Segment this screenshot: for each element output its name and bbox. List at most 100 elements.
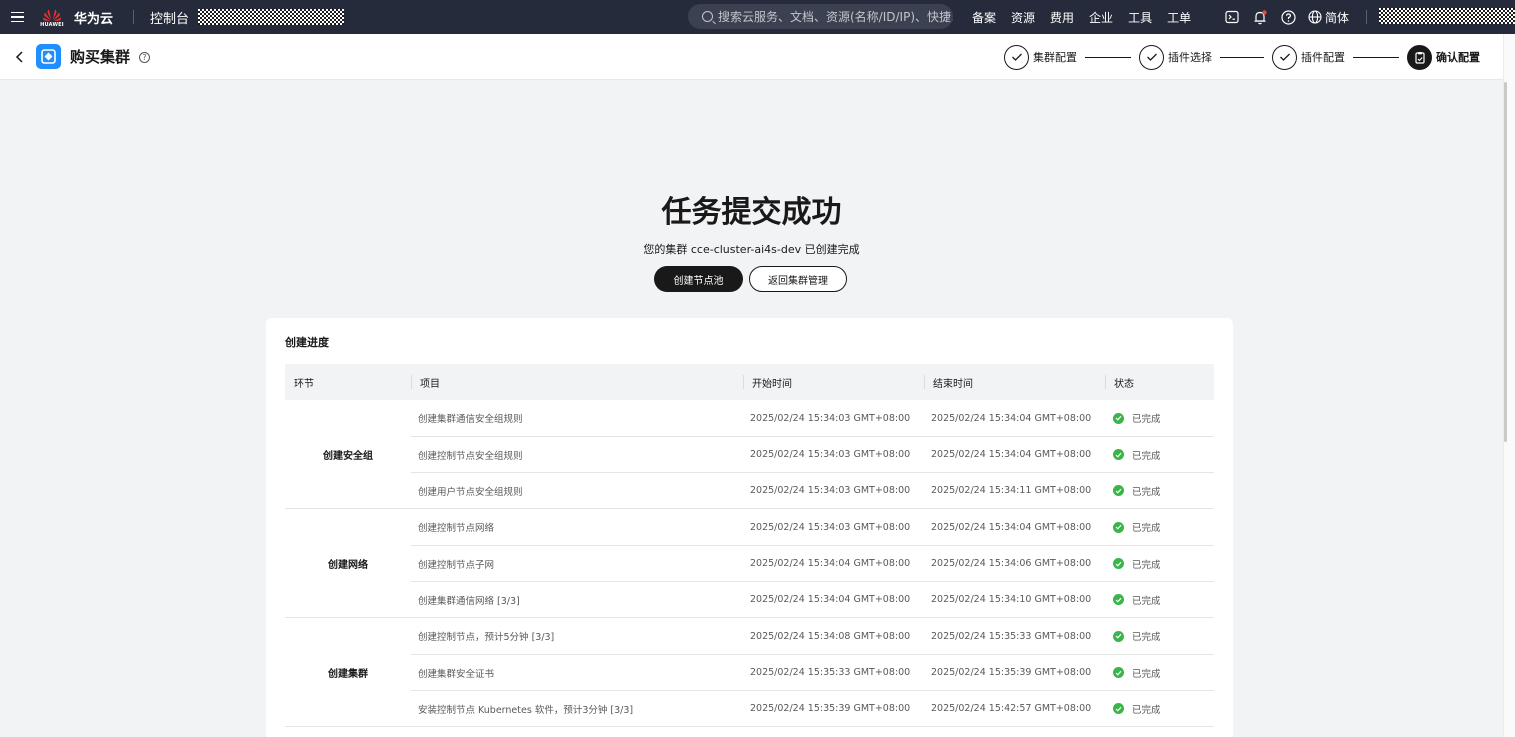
item-cell: 创建控制节点子网 <box>418 559 495 571</box>
step-connector <box>1220 56 1264 58</box>
stage-cell: 创建安全组 <box>323 450 373 462</box>
status-text: 已完成 <box>1132 414 1161 425</box>
help-icon[interactable]: ? <box>139 52 150 63</box>
step-addon-select[interactable]: 插件选择 <box>1139 44 1212 70</box>
column-header-stage: 环节 <box>294 378 314 390</box>
language-label: 简体 <box>1325 10 1350 25</box>
status-cell: 已完成 <box>1105 557 1214 571</box>
success-check-icon <box>1113 412 1124 424</box>
table-row: 创建控制节点网络 2025/02/24 15:34:03 GMT+08:00 2… <box>411 509 1214 545</box>
help-icon[interactable] <box>1280 9 1296 25</box>
table-row: 创建集群通信安全组规则 2025/02/24 15:34:03 GMT+08:0… <box>411 400 1214 436</box>
table-row: 创建控制节点，预计5分钟 [3/3] 2025/02/24 15:34:08 G… <box>411 618 1214 654</box>
globe-icon <box>1308 10 1322 24</box>
search-icon <box>702 11 713 22</box>
status-text: 已完成 <box>1132 559 1161 571</box>
create-node-pool-button[interactable]: 创建节点池 <box>654 266 743 292</box>
back-arrow-icon[interactable] <box>12 48 28 66</box>
huawei-logo[interactable]: HUAWEI <box>40 2 64 32</box>
notification-dot <box>1262 9 1267 15</box>
language-switcher[interactable]: 简体 <box>1308 9 1349 26</box>
divider <box>1366 10 1367 24</box>
start-time-cell: 2025/02/24 15:34:03 GMT+08:00 <box>750 449 911 460</box>
bell-icon[interactable] <box>1252 9 1268 25</box>
step-label: 插件选择 <box>1168 51 1212 64</box>
back-to-cluster-management-button[interactable]: 返回集群管理 <box>749 266 847 292</box>
step-confirm-config[interactable]: 确认配置 <box>1407 44 1480 70</box>
status-text: 已完成 <box>1132 632 1161 643</box>
success-check-icon <box>1113 667 1124 678</box>
item-cell: 安装控制节点 Kubernetes 软件，预计3分钟 [3/3] <box>418 704 634 716</box>
end-time-cell: 2025/02/24 15:34:06 GMT+08:00 <box>931 558 1092 569</box>
column-header-start-time: 开始时间 <box>743 364 924 400</box>
status-text: 已完成 <box>1132 486 1161 498</box>
success-check-icon <box>1113 521 1124 533</box>
status-cell: 已完成 <box>1105 666 1214 680</box>
success-check-icon <box>1113 594 1124 605</box>
nav-link-billing[interactable]: 费用 <box>1050 9 1074 26</box>
top-nav-icons: 简体 <box>1224 0 1349 34</box>
status-cell: 已完成 <box>1105 702 1214 716</box>
result-actions: 创建节点池 返回集群管理 <box>654 266 847 292</box>
start-time-cell: 2025/02/24 15:34:03 GMT+08:00 <box>750 412 911 424</box>
end-time-cell: 2025/02/24 15:34:04 GMT+08:00 <box>931 521 1092 533</box>
global-search-input[interactable]: 搜索云服务、文档、资源(名称/ID/IP)、快捷... <box>688 4 953 29</box>
nav-link-tickets[interactable]: 工单 <box>1167 9 1191 26</box>
console-link[interactable]: 控制台 <box>150 8 189 27</box>
page-header: 购买集群 ? 集群配置 插件选择 插件配置 确认配置 <box>0 34 1503 80</box>
nav-link-resources[interactable]: 资源 <box>1011 9 1035 26</box>
step-label: 确认配置 <box>1436 51 1480 64</box>
status-cell: 已完成 <box>1105 593 1214 607</box>
step-label: 集群配置 <box>1033 51 1077 64</box>
status-cell: 已完成 <box>1105 448 1214 462</box>
nav-link-enterprise[interactable]: 企业 <box>1089 9 1113 26</box>
top-nav-links: 备案 资源 费用 企业 工具 工单 <box>972 0 1206 34</box>
table-row: 创建集群通信网络 [3/3] 2025/02/24 15:34:04 GMT+0… <box>411 581 1214 617</box>
check-icon <box>1139 44 1164 70</box>
start-time-cell: 2025/02/24 15:34:04 GMT+08:00 <box>750 594 911 605</box>
stage-cell: 创建集群 <box>328 668 368 680</box>
start-time-cell: 2025/02/24 15:34:08 GMT+08:00 <box>750 630 911 642</box>
table-row-group: 创建安全组 创建集群通信安全组规则 2025/02/24 15:34:03 GM… <box>285 400 1214 509</box>
column-header-status: 状态 <box>1105 364 1214 400</box>
column-header-item: 项目 <box>411 364 743 400</box>
success-check-icon <box>1113 485 1124 496</box>
page-title: 购买集群 <box>70 48 131 66</box>
wizard-steps: 集群配置 插件选择 插件配置 确认配置 <box>1004 44 1480 70</box>
step-connector <box>1085 56 1131 58</box>
item-cell: 创建控制节点，预计5分钟 [3/3] <box>418 632 555 643</box>
end-time-cell: 2025/02/24 15:34:04 GMT+08:00 <box>931 412 1092 424</box>
item-cell: 创建集群通信安全组规则 <box>418 414 523 425</box>
step-label: 插件配置 <box>1301 51 1345 64</box>
clipboard-icon <box>1407 44 1432 70</box>
nav-link-tools[interactable]: 工具 <box>1128 9 1152 26</box>
status-cell: 已完成 <box>1105 629 1214 643</box>
search-placeholder: 搜索云服务、文档、资源(名称/ID/IP)、快捷... <box>718 10 953 24</box>
page-scrollbar-thumb[interactable] <box>1504 82 1507 442</box>
step-addon-config[interactable]: 插件配置 <box>1272 44 1345 70</box>
end-time-cell: 2025/02/24 15:34:11 GMT+08:00 <box>931 485 1092 496</box>
terminal-icon[interactable] <box>1224 9 1240 25</box>
status-text: 已完成 <box>1132 704 1161 716</box>
success-title: 任务提交成功 <box>661 195 842 230</box>
success-check-icon <box>1113 449 1124 460</box>
status-cell: 已完成 <box>1105 484 1214 498</box>
end-time-cell: 2025/02/24 15:35:33 GMT+08:00 <box>931 630 1092 642</box>
check-icon <box>1272 44 1297 70</box>
nav-link-filing[interactable]: 备案 <box>972 9 996 26</box>
divider <box>133 10 135 24</box>
step-cluster-config[interactable]: 集群配置 <box>1004 44 1077 70</box>
cce-service-icon <box>36 44 61 69</box>
stage-cell: 创建网络 <box>328 559 368 571</box>
status-text: 已完成 <box>1132 523 1161 534</box>
table-row: 创建控制节点安全组规则 2025/02/24 15:34:03 GMT+08:0… <box>411 436 1214 472</box>
menu-icon[interactable] <box>0 0 34 34</box>
column-header-end-time: 结束时间 <box>924 364 1105 400</box>
brand-name[interactable]: 华为云 <box>74 8 113 27</box>
start-time-cell: 2025/02/24 15:34:04 GMT+08:00 <box>750 558 911 569</box>
start-time-cell: 2025/02/24 15:34:03 GMT+08:00 <box>750 485 911 496</box>
top-navbar: HUAWEI 华为云 控制台 搜索云服务、文档、资源(名称/ID/IP)、快捷.… <box>0 0 1515 34</box>
item-cell: 创建控制节点安全组规则 <box>418 450 523 462</box>
status-text: 已完成 <box>1132 595 1161 607</box>
table-row-group: 创建集群 创建控制节点，预计5分钟 [3/3] 2025/02/24 15:34… <box>285 618 1214 727</box>
